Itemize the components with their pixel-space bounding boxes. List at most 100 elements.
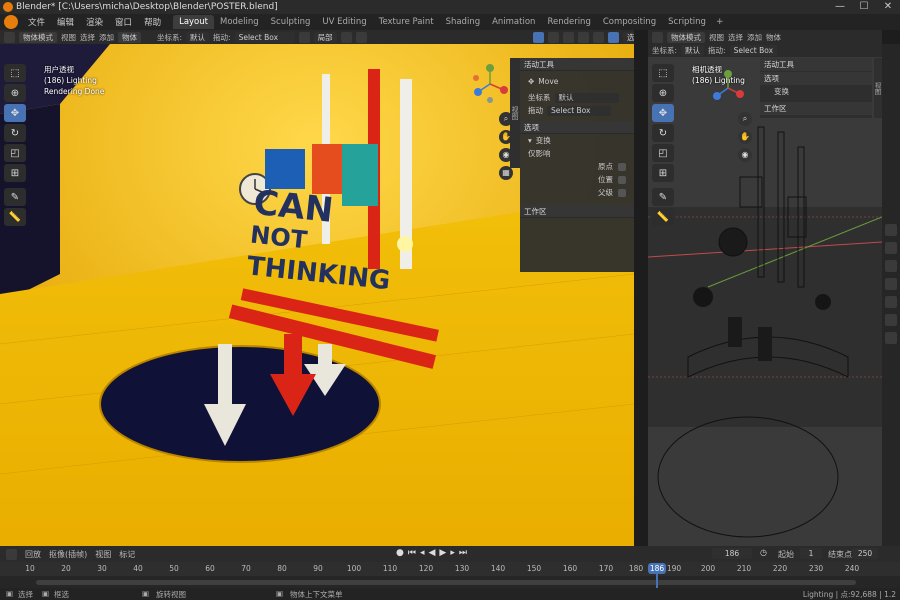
locations-checkbox[interactable] <box>618 175 626 184</box>
play-reverse-icon[interactable]: ◀ <box>429 548 436 558</box>
blender-menu-icon[interactable] <box>4 15 18 29</box>
shading-solid-icon[interactable] <box>578 31 589 43</box>
timeline-ruler[interactable]: 10 20 30 40 50 60 70 80 90 100 110 120 1… <box>0 562 900 576</box>
menu-object[interactable]: 物体 <box>118 31 141 43</box>
tab-animation[interactable]: Animation <box>486 15 541 29</box>
transform-tool-icon[interactable]: ⊞ <box>4 164 26 182</box>
mode-dropdown[interactable]: 物体模式 <box>19 31 57 43</box>
world-properties-icon[interactable] <box>885 296 897 308</box>
transform-subsection[interactable]: ▾ 变换 <box>520 134 634 147</box>
drag-dropdown[interactable]: Select Box <box>729 45 778 56</box>
drag-dropdown[interactable]: Select Box <box>547 105 611 116</box>
transform-tool-icon[interactable]: ⊞ <box>652 164 674 182</box>
move-tool-icon[interactable]: ✥ <box>652 104 674 122</box>
rotate-tool-icon[interactable]: ↻ <box>652 124 674 142</box>
playhead-frame-indicator[interactable]: 186 <box>648 563 666 574</box>
cursor-tool-icon[interactable]: ⊕ <box>652 84 674 102</box>
menu-select[interactable]: 选择 <box>80 32 95 43</box>
tab-shading[interactable]: Shading <box>440 15 487 29</box>
end-frame-field[interactable]: 250 <box>852 548 878 559</box>
camera-view-icon[interactable]: ◉ <box>738 148 752 162</box>
drag-dropdown[interactable]: Select Box <box>234 31 295 43</box>
orientation-dropdown[interactable]: 局部 <box>313 31 337 43</box>
output-properties-icon[interactable] <box>885 260 897 272</box>
tab-sculpting[interactable]: Sculpting <box>265 15 317 29</box>
sidebar-tab-view[interactable]: 视图 <box>873 58 882 118</box>
scene-properties-icon[interactable] <box>885 278 897 290</box>
clock-icon[interactable]: ◷ <box>760 548 767 557</box>
parents-checkbox[interactable] <box>618 188 626 197</box>
pan-hand-icon[interactable]: ✋ <box>738 130 752 144</box>
menu-playback[interactable]: 回放 <box>25 549 41 560</box>
material-properties-icon[interactable] <box>885 332 897 344</box>
scale-tool-icon[interactable]: ◰ <box>4 144 26 162</box>
transform-pivot-icon[interactable] <box>298 31 310 43</box>
menu-view[interactable]: 视图 <box>95 549 111 560</box>
section-options[interactable]: 选项 <box>760 72 872 85</box>
navigation-gizmo[interactable] <box>470 62 510 106</box>
start-frame-field[interactable]: 1 <box>800 548 822 559</box>
select-tool-icon[interactable]: ⬚ <box>652 64 674 82</box>
menu-help[interactable]: 帮助 <box>138 16 167 28</box>
section-workspace[interactable]: 工作区 <box>520 205 634 218</box>
menu-render[interactable]: 渲染 <box>80 16 109 28</box>
tab-scripting[interactable]: Scripting <box>662 15 712 29</box>
section-active-tool[interactable]: 活动工具 <box>760 58 872 71</box>
section-options[interactable]: 选项 <box>520 121 634 134</box>
menu-edit[interactable]: 编辑 <box>51 16 80 28</box>
shading-material-icon[interactable] <box>593 31 604 43</box>
tab-texture-paint[interactable]: Texture Paint <box>373 15 440 29</box>
coord-dropdown[interactable]: 默认 <box>554 92 619 103</box>
proportional-edit-icon[interactable] <box>355 31 367 43</box>
object-properties-icon[interactable] <box>885 314 897 326</box>
record-icon[interactable]: ● <box>396 548 404 558</box>
rotate-tool-icon[interactable]: ↻ <box>4 124 26 142</box>
menu-marker[interactable]: 标记 <box>119 549 135 560</box>
grid-view-icon[interactable]: ▦ <box>499 166 513 180</box>
maximize-button[interactable]: ☐ <box>852 0 876 14</box>
playhead-line[interactable] <box>656 574 658 588</box>
current-frame-field[interactable]: 186 <box>712 548 752 559</box>
origin-checkbox[interactable] <box>618 162 626 171</box>
timeline-scrollbar[interactable] <box>36 580 856 585</box>
tab-modeling[interactable]: Modeling <box>214 15 265 29</box>
left-3d-viewport[interactable]: CAN NOT THINKING ⬚ ⊕ ✥ ↻ ◰ ⊞ ✎ 📏 用户透视 (1… <box>0 44 634 546</box>
jump-end-icon[interactable]: ⏭ <box>459 548 467 558</box>
add-workspace-button[interactable]: + <box>712 17 728 27</box>
area-separator[interactable] <box>634 30 648 546</box>
editor-type-icon[interactable] <box>4 31 15 43</box>
tab-layout[interactable]: Layout <box>173 15 214 29</box>
sidebar-tab-view[interactable]: 视图 <box>510 58 520 168</box>
menu-window[interactable]: 窗口 <box>109 16 138 28</box>
jump-start-icon[interactable]: ⏮ <box>408 548 416 558</box>
menu-view[interactable]: 视图 <box>709 32 724 43</box>
xray-icon[interactable] <box>548 31 559 43</box>
snap-icon[interactable] <box>340 31 352 43</box>
minimize-button[interactable]: — <box>828 0 852 14</box>
prev-keyframe-icon[interactable]: ◂ <box>420 548 425 558</box>
menu-add[interactable]: 添加 <box>747 32 762 43</box>
menu-view[interactable]: 视图 <box>61 32 76 43</box>
play-icon[interactable]: ▶ <box>439 548 446 558</box>
editor-type-icon[interactable] <box>6 548 17 560</box>
menu-object[interactable]: 物体 <box>766 32 781 43</box>
shading-rendered-icon[interactable] <box>608 31 619 43</box>
menu-select[interactable]: 选择 <box>728 32 743 43</box>
menu-add[interactable]: 添加 <box>99 32 114 43</box>
coord-dropdown[interactable]: 默认 <box>186 31 210 43</box>
right-3d-viewport[interactable]: 坐标系: 默认 拖动: Select Box ⬚ ⊕ ✥ ↻ ◰ ⊞ ✎ 📏 相… <box>648 44 882 546</box>
menu-keying[interactable]: 抠像(插帧) <box>49 549 87 560</box>
section-active-tool[interactable]: 活动工具 <box>520 58 634 71</box>
tab-compositing[interactable]: Compositing <box>597 15 662 29</box>
tool-properties-icon[interactable] <box>885 224 897 236</box>
section-workspace[interactable]: 工作区 <box>760 102 872 115</box>
active-tool-row[interactable]: ✥ Move <box>520 71 634 91</box>
menu-file[interactable]: 文件 <box>22 16 51 28</box>
render-properties-icon[interactable] <box>885 242 897 254</box>
annotate-tool-icon[interactable]: ✎ <box>652 188 674 206</box>
cursor-tool-icon[interactable]: ⊕ <box>4 84 26 102</box>
overlay-toggle-icon[interactable] <box>533 31 544 43</box>
select-tool-icon[interactable]: ⬚ <box>4 64 26 82</box>
mode-dropdown[interactable]: 物体模式 <box>667 31 705 43</box>
transform-subsection[interactable]: 变换 <box>760 85 872 98</box>
